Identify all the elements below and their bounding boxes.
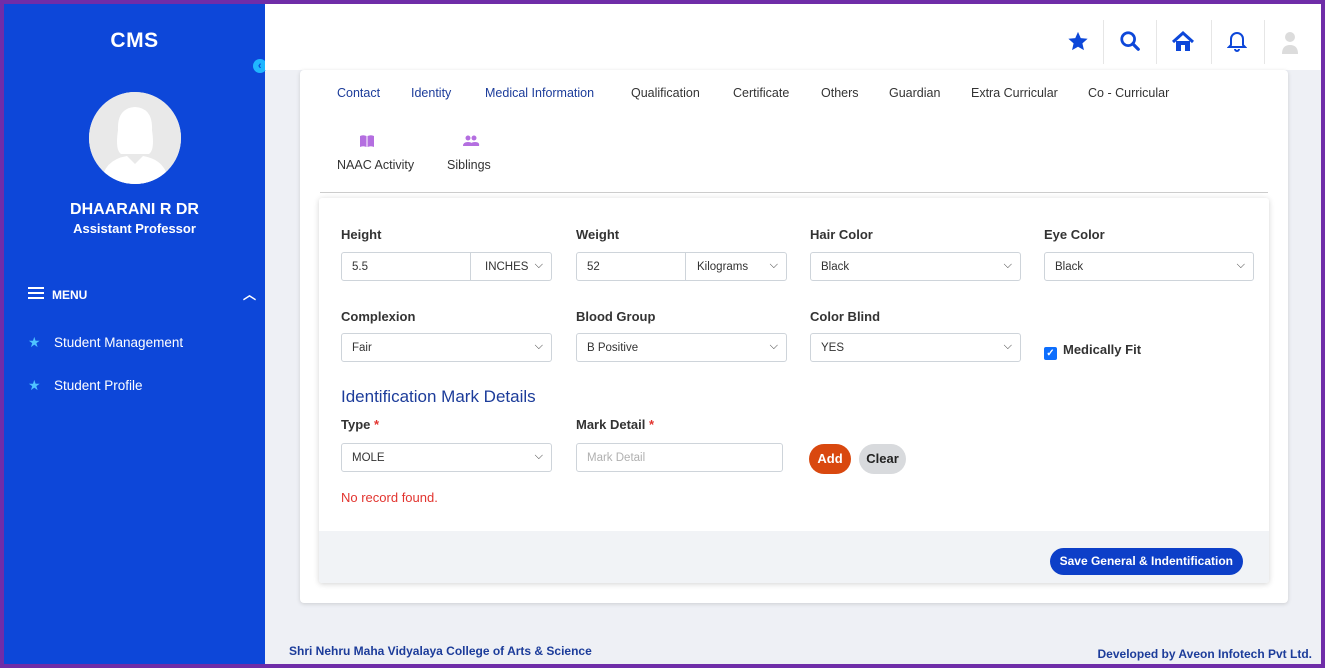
star-icon: ★ [28,377,41,393]
eye-color-label: Eye Color [1044,227,1105,242]
type-select[interactable]: MOLE ⌵ [341,443,552,472]
hair-color-select[interactable]: Black ⌵ [810,252,1021,281]
footer-college-name: Shri Nehru Maha Vidyalaya College of Art… [289,644,592,658]
chevron-down-icon: ⌵ [769,259,778,271]
top-bar [265,4,1321,70]
clear-button[interactable]: Clear [859,444,906,474]
weight-label: Weight [576,227,620,242]
footer-developer: Developed by Aveon Infotech Pvt Ltd. [1097,647,1312,661]
menu-toggle[interactable]: MENU ︿ [28,284,256,304]
user-icon[interactable] [1270,30,1310,58]
save-button[interactable]: Save General & Indentification [1049,548,1243,575]
tab-divider [320,192,1268,193]
chevron-down-icon: ⌵ [1236,259,1245,271]
brand-logo[interactable]: CMS ‹ [4,4,267,73]
chevron-down-icon: ⌵ [1003,340,1012,352]
brand-text: CMS [110,29,159,52]
eye-color-value: Black [1055,261,1084,273]
tab-medical-information[interactable]: Medical Information [485,86,594,100]
hair-color-label: Hair Color [810,227,873,242]
hamburger-icon [28,287,44,299]
blood-group-label: Blood Group [576,309,656,324]
complexion-select[interactable]: Fair ⌵ [341,333,552,362]
tab-siblings[interactable]: Siblings [447,158,491,172]
mark-detail-input[interactable]: Mark Detail [576,443,783,472]
mark-detail-placeholder: Mark Detail [587,452,646,464]
blood-group-select[interactable]: B Positive ⌵ [576,333,787,362]
tab-naac-activity[interactable]: NAAC Activity [337,158,414,172]
color-blind-label: Color Blind [810,309,881,324]
tab-extra-curricular[interactable]: Extra Curricular [971,86,1058,100]
tab-co-curricular[interactable]: Co - Curricular [1088,86,1169,100]
tab-others[interactable]: Others [821,86,859,100]
checkmark-icon: ✓ [1044,347,1057,360]
eye-color-select[interactable]: Black ⌵ [1044,252,1254,281]
medically-fit-checkbox[interactable]: ✓ Medically Fit [1044,342,1141,360]
type-value: MOLE [352,452,385,464]
star-icon: ★ [28,334,41,350]
height-value: 5.5 [352,261,368,273]
tab-contact[interactable]: Contact [337,86,380,100]
tab-identity[interactable]: Identity [411,86,451,100]
chevron-down-icon: ⌵ [534,340,543,352]
book-icon [359,134,375,148]
complexion-value: Fair [352,342,372,354]
chevron-down-icon: ⌵ [534,259,543,271]
hair-color-value: Black [821,261,850,273]
home-icon[interactable] [1163,30,1203,56]
empty-state-text: No record found. [341,490,438,505]
sidebar-item-student-profile[interactable]: ★ Student Profile [28,377,143,394]
tab-guardian[interactable]: Guardian [889,86,940,100]
color-blind-select[interactable]: YES ⌵ [810,333,1021,362]
height-unit-select[interactable]: INCHES [485,261,528,273]
sidebar: CMS ‹ DHAARANI R DR Assistant Professor … [4,4,267,664]
search-icon[interactable] [1110,30,1150,56]
bell-icon[interactable] [1217,30,1257,56]
add-button[interactable]: Add [809,444,851,474]
sidebar-item-label: Student Profile [54,378,143,393]
mark-detail-label: Mark Detail * [576,417,655,432]
star-icon[interactable] [1058,30,1098,56]
chevron-down-icon: ⌵ [534,450,543,462]
height-label: Height [341,227,382,242]
menu-title: MENU [52,288,88,302]
tab-qualification[interactable]: Qualification [631,86,700,100]
color-blind-value: YES [821,342,845,354]
weight-unit-select[interactable]: Kilograms [697,261,748,273]
sidebar-item-student-management[interactable]: ★ Student Management [28,334,183,351]
medical-form-panel: Height 5.5 INCHES ⌵ Weight 52 Kilograms … [319,198,1269,583]
complexion-label: Complexion [341,309,416,324]
tab-certificate[interactable]: Certificate [733,86,789,100]
type-label: Type * [341,417,380,432]
medically-fit-label: Medically Fit [1063,342,1142,357]
weight-value: 52 [587,261,600,273]
identification-heading: Identification Mark Details [341,387,536,406]
weight-field[interactable]: 52 Kilograms ⌵ [576,252,787,281]
app-frame: CMS ‹ DHAARANI R DR Assistant Professor … [4,4,1321,664]
chevron-down-icon: ⌵ [1003,259,1012,271]
blood-group-value: B Positive [587,342,639,354]
users-icon [462,134,480,148]
height-field[interactable]: 5.5 INCHES ⌵ [341,252,552,281]
avatar [88,92,181,184]
chevron-up-icon: ︿ [242,287,256,302]
user-role: Assistant Professor [73,221,196,236]
user-name: DHAARANI R DR [70,201,199,218]
chevron-down-icon: ⌵ [769,340,778,352]
sidebar-item-label: Student Management [54,335,184,350]
